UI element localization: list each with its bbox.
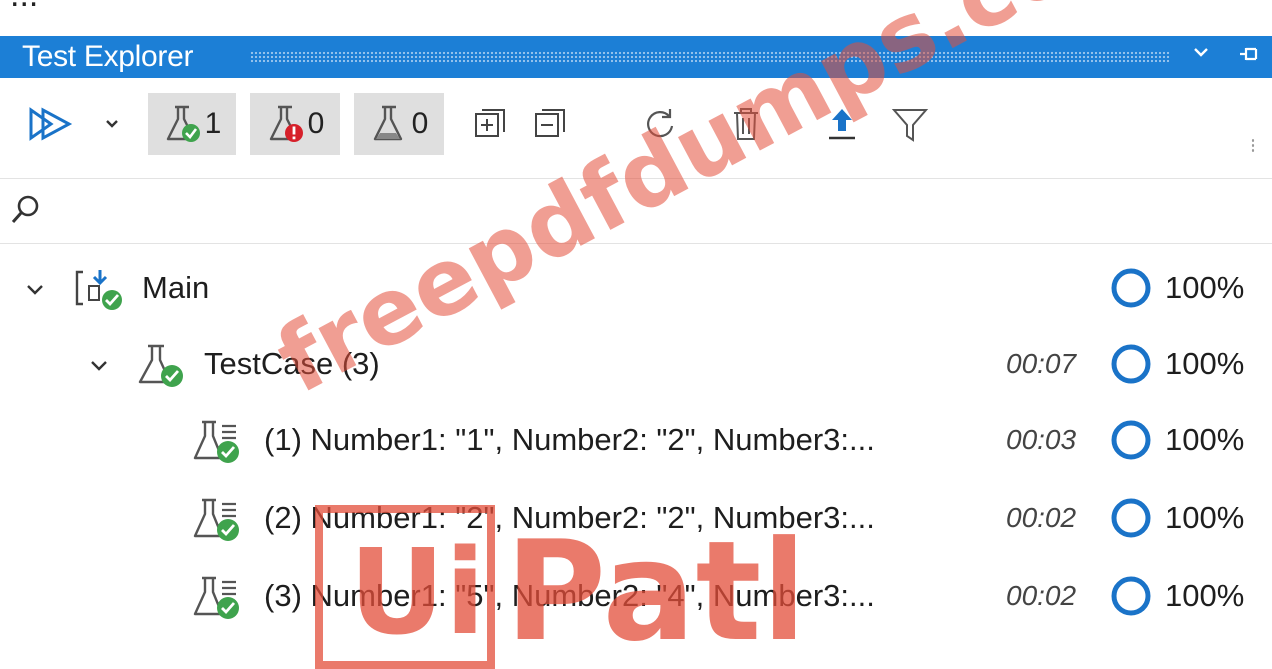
chevron-down-icon (106, 120, 118, 128)
tree-percent-data-2: 100% (1165, 500, 1245, 535)
coverage-ring-icon (1111, 576, 1151, 616)
flask-not-run-icon (373, 105, 402, 141)
flask-passed-icon (138, 344, 183, 387)
toolbar-divider (0, 178, 1272, 179)
run-all-button[interactable] (20, 93, 82, 155)
chevron-down-icon[interactable] (24, 279, 46, 301)
chevron-down-icon[interactable] (88, 355, 110, 377)
tree-row-data-2[interactable]: (2) Number1: "2", Number2: "2", Number3:… (0, 484, 1272, 560)
panel-title: Test Explorer (22, 40, 194, 73)
failed-tests-filter[interactable]: 0 (250, 93, 340, 155)
delete-icon (734, 108, 758, 140)
export-icon (829, 109, 855, 140)
titlebar-grip[interactable] (250, 51, 1170, 64)
tree-label-main: Main (142, 270, 210, 305)
not-run-count: 0 (411, 107, 429, 140)
flask-data-passed-icon (193, 498, 239, 541)
test-explorer-titlebar: Test Explorer (0, 36, 1272, 78)
tree-label-testcase: TestCase (3) (204, 346, 380, 381)
export-button[interactable] (820, 93, 864, 155)
expand-all-button[interactable] (466, 93, 514, 155)
run-all-icon (29, 107, 73, 141)
coverage-ring-icon (1111, 498, 1151, 538)
passed-count: 1 (204, 107, 222, 140)
tree-row-testcase[interactable]: TestCase (3) 00:07 100% (0, 330, 1272, 406)
cropped-header-text: ... (0, 0, 1272, 36)
coverage-ring-icon (1111, 344, 1151, 384)
tree-row-main[interactable]: Main 100% (0, 254, 1272, 330)
tree-percent-main: 100% (1165, 270, 1245, 305)
filter-icon (891, 109, 929, 142)
tree-row-data-1[interactable]: (1) Number1: "1", Number2: "2", Number3:… (0, 406, 1272, 482)
tree-duration-data-3: 00:02 (1006, 580, 1077, 611)
cropped-text: ... (10, 0, 38, 15)
tree-percent-data-3: 100% (1165, 578, 1245, 613)
tree-label-data-2: (2) Number1: "2", Number2: "2", Number3:… (264, 500, 875, 535)
refresh-icon (647, 109, 674, 138)
search-icon[interactable] (8, 192, 44, 228)
refresh-button[interactable] (636, 93, 684, 155)
tree-label-data-1: (1) Number1: "1", Number2: "2", Number3:… (264, 422, 875, 457)
not-run-tests-filter[interactable]: 0 (354, 93, 444, 155)
search-divider (0, 243, 1272, 244)
flask-data-passed-icon (193, 576, 239, 619)
flask-data-passed-icon (193, 420, 239, 463)
run-dropdown-button[interactable] (94, 93, 130, 155)
delete-button[interactable] (724, 93, 768, 155)
tree-duration-data-2: 00:02 (1006, 502, 1077, 533)
test-explorer-toolbar: 1 0 0 (0, 78, 1272, 178)
chevron-down-icon[interactable] (1186, 41, 1216, 71)
tree-row-data-3[interactable]: (3) Number1: "5", Number2: "4", Number3:… (0, 562, 1272, 638)
flask-passed-icon (166, 105, 200, 142)
pin-icon[interactable] (1234, 41, 1264, 71)
tree-duration-testcase: 00:07 (1006, 348, 1077, 379)
filter-button[interactable] (886, 93, 934, 155)
collapse-all-icon (535, 109, 565, 137)
coverage-ring-icon (1111, 268, 1151, 308)
expand-all-icon (475, 109, 505, 137)
passed-tests-filter[interactable]: 1 (148, 93, 236, 155)
tree-percent-testcase: 100% (1165, 346, 1245, 381)
failed-count: 0 (307, 107, 325, 140)
coverage-ring-icon (1111, 420, 1151, 460)
tree-percent-data-1: 100% (1165, 422, 1245, 457)
collapse-all-button[interactable] (526, 93, 574, 155)
workflow-passed-icon (75, 270, 122, 310)
tree-duration-data-1: 00:03 (1006, 424, 1077, 455)
toolbar-overflow-grip[interactable] (1251, 138, 1255, 152)
search-bar[interactable] (0, 180, 1272, 242)
flask-failed-icon (269, 105, 303, 142)
tree-label-data-3: (3) Number1: "5", Number2: "4", Number3:… (264, 578, 875, 613)
